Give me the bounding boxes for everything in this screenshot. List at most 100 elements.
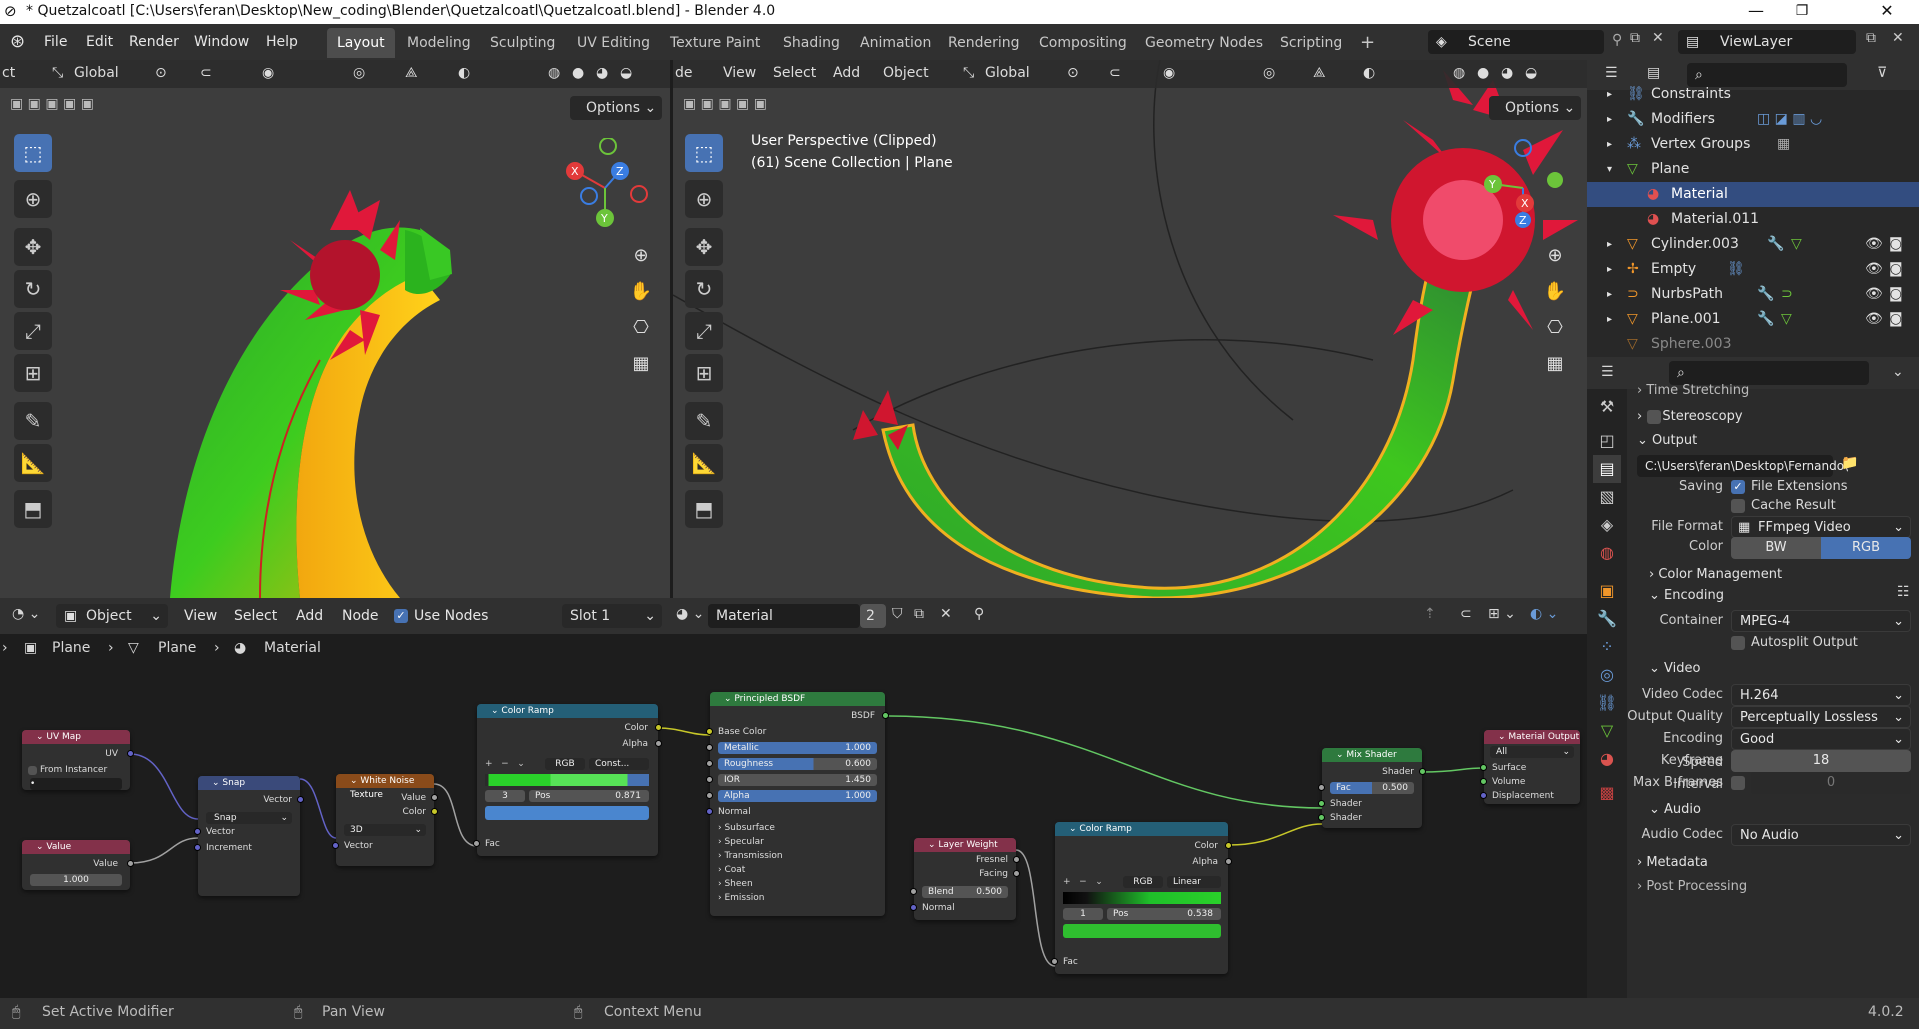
input-socket[interactable] <box>706 728 713 735</box>
viewport-right-mode[interactable]: de <box>675 65 693 81</box>
navigation-gizmo-left[interactable]: X Z Y <box>555 138 655 238</box>
node-color-ramp-1[interactable]: ⌄ Color Ramp Color Alpha + − ⌄ RGB Const… <box>473 704 662 856</box>
output-socket[interactable] <box>431 808 438 815</box>
tool-move-icon[interactable]: ✥ <box>685 228 723 266</box>
output-socket[interactable] <box>655 724 662 731</box>
menu-add[interactable]: Add <box>833 65 860 81</box>
section-post-processing[interactable]: › Post Processing <box>1637 875 1747 899</box>
outliner-row-nurbspath[interactable]: ▸ ⊃ NurbsPath 🔧 ⊃ 👁 ◙ <box>1587 282 1919 307</box>
scene-tab-icon[interactable]: ◈ <box>1593 511 1621 539</box>
output-socket[interactable] <box>127 750 134 757</box>
expand-icon[interactable]: ▸ <box>1607 257 1612 282</box>
viewport-left-mode[interactable]: ct <box>2 65 15 81</box>
tool-scale-icon[interactable]: ⤢ <box>14 312 52 350</box>
tool-measure-icon[interactable]: 📐 <box>685 444 723 482</box>
delete-scene-icon[interactable]: ✕ <box>1652 30 1664 46</box>
pivot-icon[interactable]: ⊙ <box>1067 65 1079 81</box>
perspective-grid-icon[interactable]: ▦ <box>625 348 657 380</box>
shader-node-editor[interactable]: ◔ ⌄ ▣ Object ⌄ View Select Add Node ✓ Use … <box>0 598 1587 998</box>
shading-wireframe-icon[interactable]: ◍ <box>1453 65 1465 81</box>
color-rgb-toggle[interactable]: RGB <box>1821 537 1911 559</box>
shading-material-icon[interactable]: ◕ <box>596 65 608 81</box>
tab-modeling[interactable]: Modeling <box>397 28 481 58</box>
stop-index-input[interactable]: 1 <box>1063 908 1103 920</box>
material-tab-icon[interactable]: ◕ <box>1593 745 1621 773</box>
output-tab-icon[interactable]: ▤ <box>1593 455 1621 483</box>
node-mix-shader[interactable]: ⌄ Mix Shader Shader Fac 0.500 Shader Shad… <box>1318 748 1426 828</box>
tool-tab-icon[interactable]: ⚒ <box>1593 393 1621 421</box>
blend-slider[interactable]: Blend 0.500 <box>922 886 1008 898</box>
panel-specular[interactable]: › Specular <box>718 836 764 848</box>
tab-shading[interactable]: Shading <box>773 28 850 58</box>
stop-position-input[interactable]: Pos 0.538 <box>1107 908 1221 920</box>
tool-cursor-icon[interactable]: ⊕ <box>685 180 723 218</box>
pin-icon[interactable]: ⚲ <box>1612 32 1622 48</box>
video-codec-select[interactable]: H.264 ⌄ <box>1731 684 1911 706</box>
output-quality-select[interactable]: Perceptually Lossless ⌄ <box>1731 706 1911 728</box>
proportional-icon[interactable]: ◉ <box>1163 65 1175 81</box>
value-input[interactable]: 1.000 <box>30 874 122 886</box>
node-layer-weight[interactable]: ⌄ Layer Weight Fresnel Facing Blend 0.500… <box>910 838 1020 920</box>
panel-subsurface[interactable]: › Subsurface <box>718 822 775 834</box>
interpolation-select[interactable]: Linear <box>1167 876 1221 888</box>
input-socket[interactable] <box>1480 778 1487 785</box>
menu-select[interactable]: Select <box>773 65 816 81</box>
minimize-button[interactable]: — <box>1733 0 1779 24</box>
filter-icon[interactable]: ⊽ <box>1877 65 1887 81</box>
file-extensions-checkbox[interactable]: ✓ <box>1731 480 1745 494</box>
tool-rotate-icon[interactable]: ↻ <box>14 270 52 308</box>
uv-map-select[interactable]: • <box>30 778 122 790</box>
zoom-icon[interactable]: ⊕ <box>1539 240 1571 272</box>
zoom-icon[interactable]: ⊕ <box>625 240 657 272</box>
color-ramp-gradient[interactable] <box>485 774 649 786</box>
outliner-row-sphere-003[interactable]: ▽ Sphere.003 <box>1587 332 1919 357</box>
ior-input[interactable]: IOR 1.450 <box>718 774 877 786</box>
color-bw-toggle[interactable]: BW <box>1731 537 1821 559</box>
options-button-right[interactable]: Options ⌄ <box>1489 96 1581 120</box>
visibility-icon[interactable]: ◎ <box>1263 65 1275 81</box>
gizmo-icon[interactable]: ⟁ <box>1313 65 1326 81</box>
input-socket[interactable] <box>194 844 201 851</box>
tool-annotate-icon[interactable]: ✎ <box>685 402 723 440</box>
input-socket[interactable] <box>1318 814 1325 821</box>
shading-rendered-icon[interactable]: ◒ <box>1525 65 1537 81</box>
pan-hand-icon[interactable]: ✋ <box>625 276 657 308</box>
input-socket[interactable] <box>706 808 713 815</box>
camera-render-icon[interactable]: ◙ <box>1889 232 1903 257</box>
outliner-row-cylinder-003[interactable]: ▸ ▽ Cylinder.003 🔧 ▽ 👁 ◙ <box>1587 232 1919 257</box>
menu-render[interactable]: Render <box>129 24 179 60</box>
section-output[interactable]: ⌄ Output <box>1637 429 1697 453</box>
world-tab-icon[interactable]: ◍ <box>1593 539 1621 567</box>
expand-icon[interactable]: ▸ <box>1607 82 1612 107</box>
input-socket[interactable] <box>706 776 713 783</box>
roughness-slider[interactable]: Roughness 0.600 <box>718 758 877 770</box>
outliner-row-material-011[interactable]: ◕ Material.011 <box>1587 207 1919 232</box>
output-socket[interactable] <box>882 712 889 719</box>
expand-icon[interactable]: ▸ <box>1607 107 1612 132</box>
viewlayer-selector[interactable]: ▤ ViewLayer <box>1678 30 1856 54</box>
expand-icon[interactable]: ▸ <box>1607 282 1612 307</box>
tool-add-cube-icon[interactable]: ⬒ <box>14 490 52 528</box>
select-mode-icons-right[interactable]: ▣ ▣ ▣ ▣ ▣ <box>683 96 801 116</box>
expand-icon[interactable]: ▸ <box>1607 232 1612 257</box>
outliner-row-modifiers[interactable]: ▸ 🔧 Modifiers ◫ ◪ ▥ ◡ <box>1587 107 1919 132</box>
overlay-icon[interactable]: ◐ <box>1363 65 1375 81</box>
close-button[interactable]: ✕ <box>1864 0 1910 24</box>
section-time-stretching[interactable]: › Time Stretching <box>1637 379 1749 403</box>
panel-coat[interactable]: › Coat <box>718 864 745 876</box>
physics-tab-icon[interactable]: ◎ <box>1593 661 1621 689</box>
shading-material-icon[interactable]: ◕ <box>1501 65 1513 81</box>
tool-select-box-icon[interactable]: ⬚ <box>14 134 52 172</box>
dimensions-select[interactable]: 3D ⌄ <box>344 824 426 836</box>
tab-texture-paint[interactable]: Texture Paint <box>660 28 770 58</box>
camera-render-icon[interactable]: ◙ <box>1889 257 1903 282</box>
tool-annotate-icon[interactable]: ✎ <box>14 402 52 440</box>
texture-tab-icon[interactable]: ▩ <box>1593 779 1621 807</box>
pan-hand-icon[interactable]: ✋ <box>1539 276 1571 308</box>
output-socket[interactable] <box>1225 842 1232 849</box>
stop-color-swatch[interactable] <box>1063 924 1221 938</box>
alpha-slider[interactable]: Alpha 1.000 <box>718 790 877 802</box>
camera-icon[interactable]: ⎔ <box>1539 312 1571 344</box>
menu-file[interactable]: File <box>44 24 67 60</box>
outliner-row-constraints[interactable]: ▸ ⛓ Constraints <box>1587 82 1919 107</box>
